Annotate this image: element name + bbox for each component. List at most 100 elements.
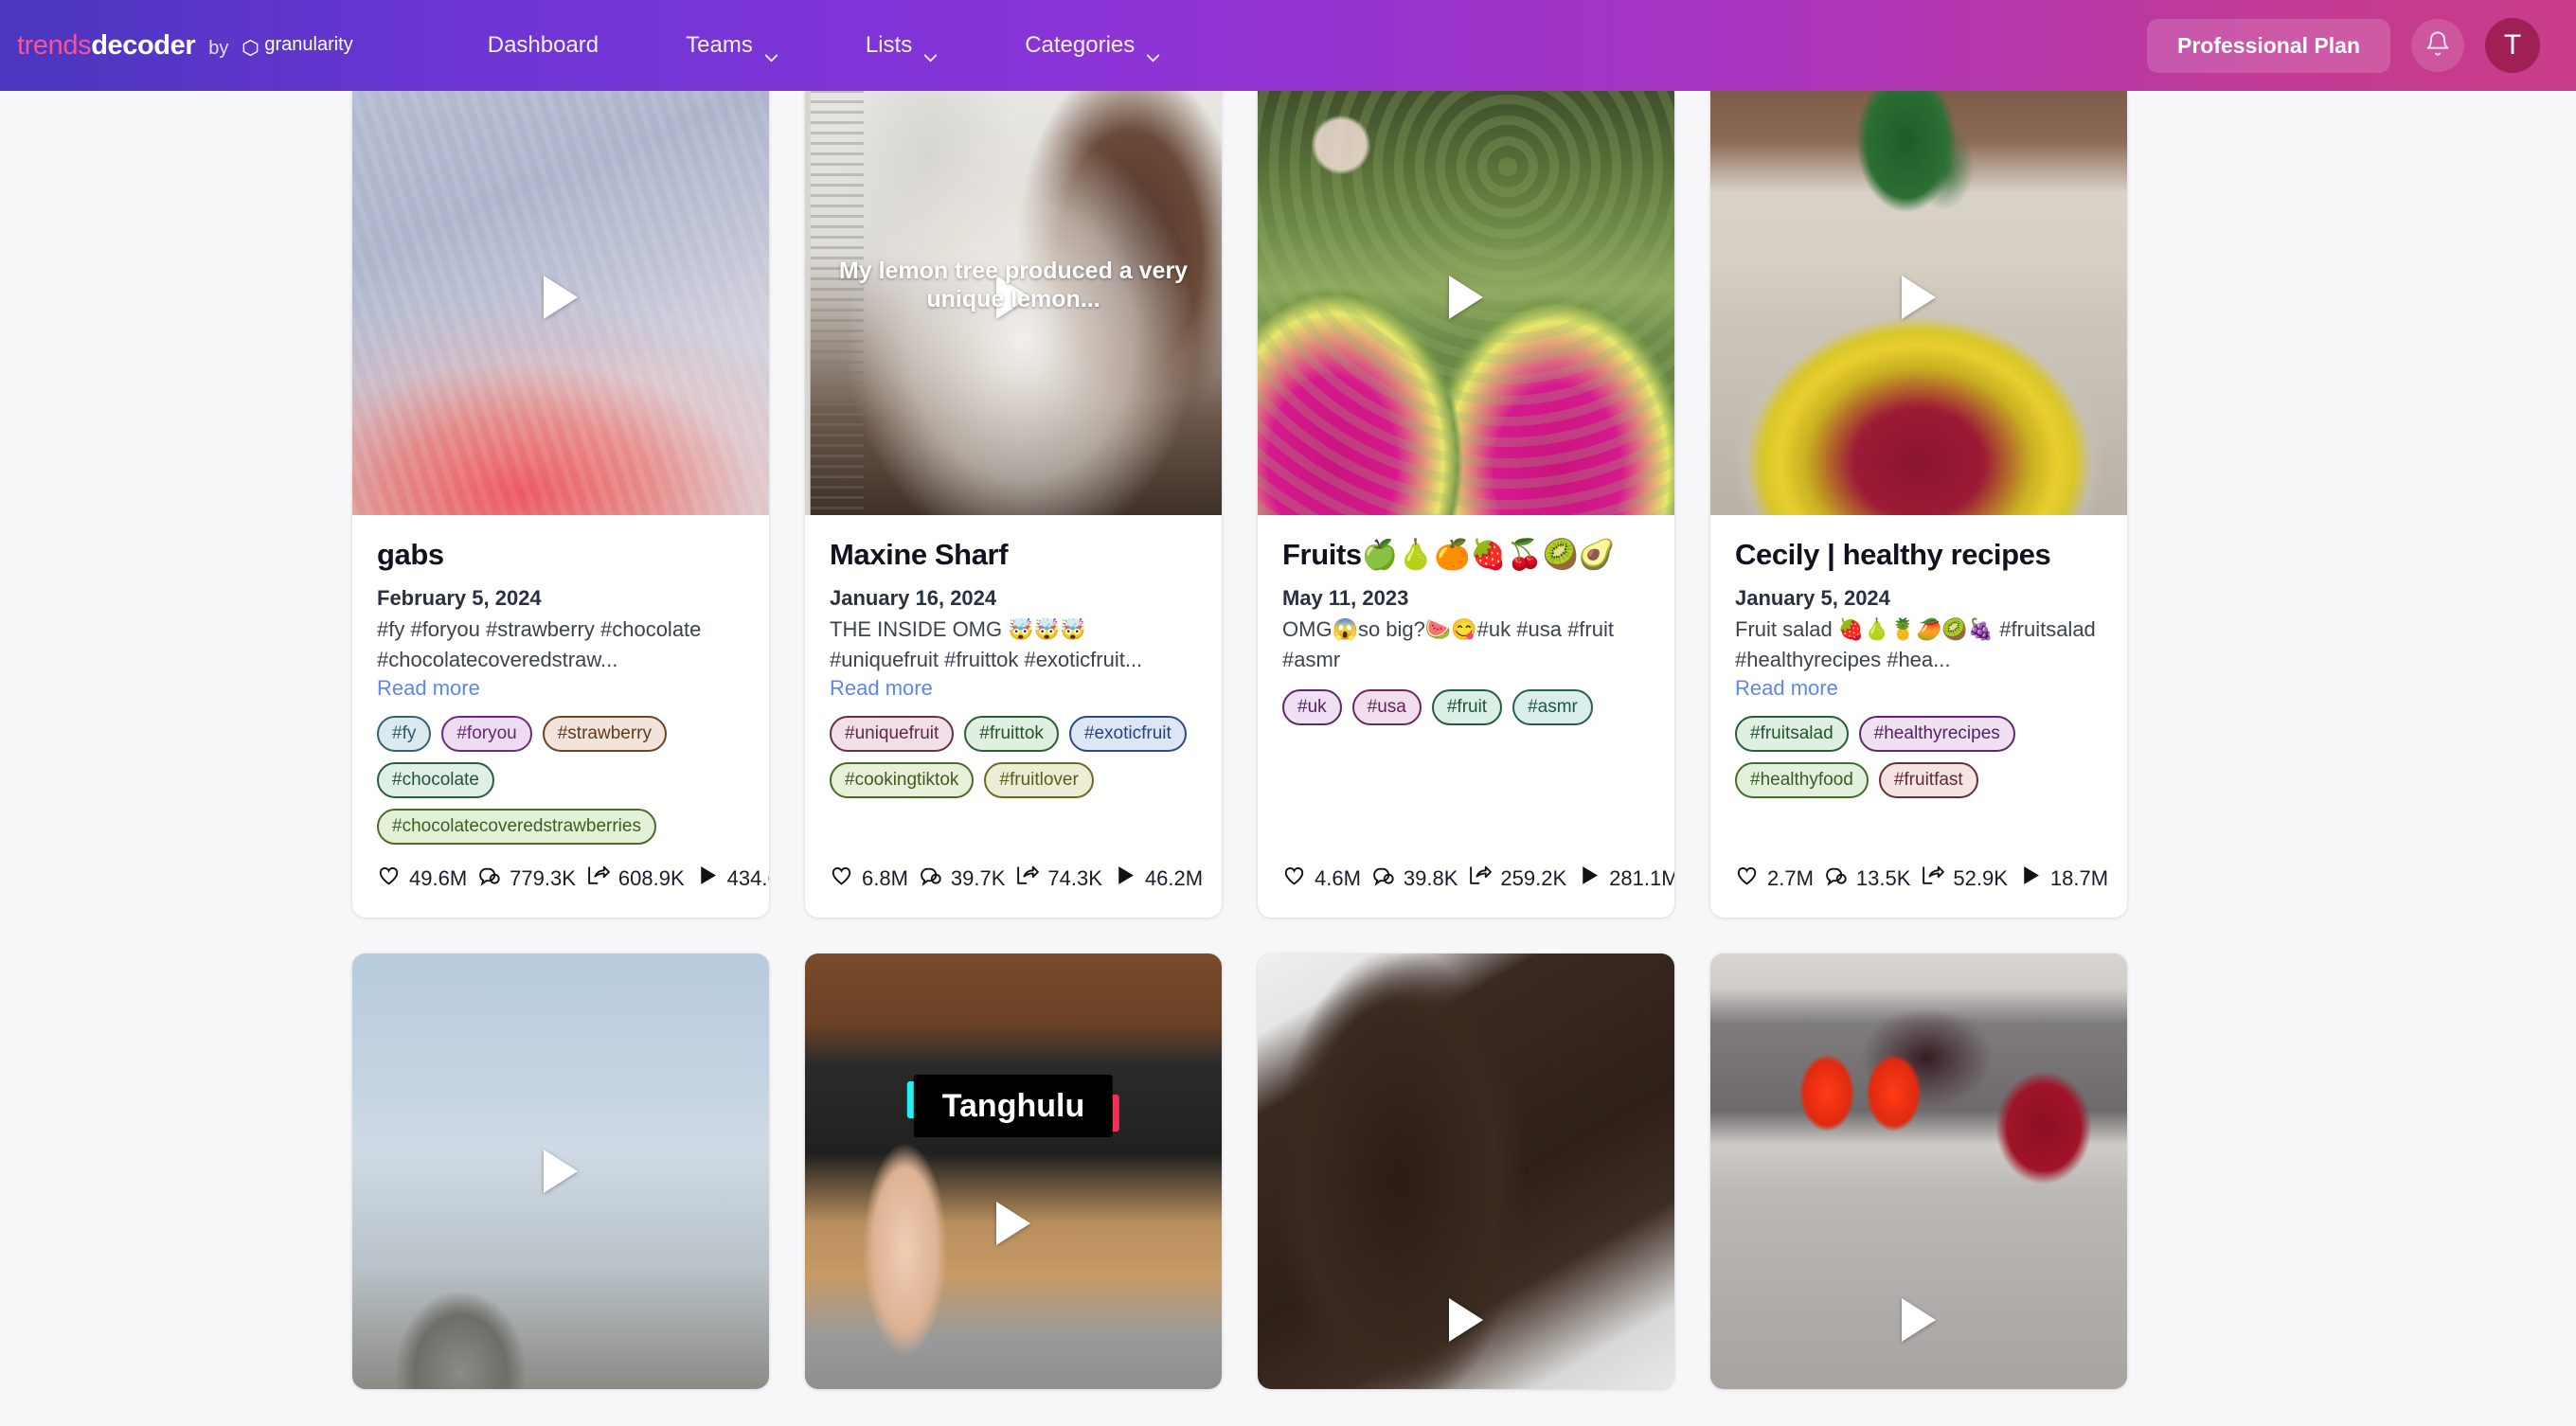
stat-plays: 281.1M (1577, 864, 1674, 893)
tag-chip[interactable]: #fruitfast (1878, 762, 1978, 799)
video-thumbnail[interactable] (1710, 954, 2127, 1390)
chevron-down-icon (923, 43, 938, 62)
main-nav: Dashboard Teams Lists Categories (444, 23, 1205, 68)
nav-label-teams: Teams (686, 32, 753, 58)
play-icon (1577, 864, 1601, 893)
card-description: OMG😱so big?🍉😋#uk #usa #fruit #asmr (1282, 617, 1614, 671)
share-icon (1921, 864, 1945, 893)
tag-chip[interactable]: #uniquefruit (830, 716, 955, 753)
stat-shares-value: 259.2K (1500, 865, 1567, 890)
nav-item-lists[interactable]: Lists (822, 23, 981, 68)
card-stats-row: 2.7M 13.5K 52.9K 18.7M (1710, 845, 2127, 918)
video-thumbnail[interactable]: My lemon tree produced a very unique lem… (805, 91, 1222, 515)
play-icon (695, 864, 719, 893)
video-card[interactable]: Fruits🍏🍐🍊🍓🍒🥝🥑 May 11, 2023 OMG😱so big?🍉😋… (1258, 91, 1674, 918)
thumbnail-jars (1710, 954, 2127, 1390)
video-card[interactable] (352, 954, 769, 1390)
video-thumbnail[interactable] (1710, 91, 2127, 515)
nav-item-categories[interactable]: Categories (981, 23, 1204, 68)
comment-icon (1371, 864, 1395, 893)
stat-plays-value: 434.6M (726, 865, 769, 890)
professional-plan-button[interactable]: Professional Plan (2146, 18, 2390, 73)
tag-chip[interactable]: #asmr (1512, 689, 1593, 726)
read-more-link[interactable]: Read more (377, 676, 480, 701)
tag-chip[interactable]: #uk (1282, 689, 1342, 726)
stat-comments-value: 39.7K (950, 865, 1006, 890)
nav-item-teams[interactable]: Teams (642, 23, 822, 68)
heart-icon (1735, 864, 1759, 893)
logo-decoder-text: decoder (91, 29, 196, 61)
card-date: February 5, 2024 (377, 586, 542, 611)
tag-chip[interactable]: #exoticfruit (1068, 716, 1187, 753)
app-logo[interactable]: trendsdecoder by granularity (17, 30, 353, 62)
chevron-down-icon (1146, 43, 1160, 62)
video-card[interactable]: My lemon tree produced a very unique lem… (805, 91, 1222, 918)
tag-chip[interactable]: #chocolate (377, 762, 494, 799)
nav-label-categories: Categories (1025, 32, 1136, 58)
tag-chip[interactable]: #healthyrecipes (1858, 716, 2015, 753)
tag-chip[interactable]: #fruitsalad (1735, 716, 1849, 753)
comment-icon (919, 864, 942, 893)
share-icon (586, 864, 610, 893)
video-card[interactable]: Cecily | healthy recipes January 5, 2024… (1710, 91, 2127, 918)
comment-icon (477, 864, 501, 893)
video-card[interactable]: Tanghulu (805, 954, 1222, 1390)
stat-shares-value: 74.3K (1047, 865, 1102, 890)
stat-likes: 6.8M (830, 864, 908, 893)
thumbnail-person-silhouette (352, 954, 769, 1390)
read-more-link[interactable]: Read more (830, 676, 933, 701)
tag-chip[interactable]: #usa (1351, 689, 1422, 726)
tag-chip[interactable]: #fruit (1431, 689, 1503, 726)
stat-shares: 608.9K (586, 864, 685, 893)
tag-chip[interactable]: #fruitlover (984, 762, 1094, 799)
stat-shares: 74.3K (1015, 864, 1102, 893)
stat-comments: 779.3K (477, 864, 576, 893)
stat-likes-value: 2.7M (1767, 865, 1814, 890)
notifications-button[interactable] (2411, 19, 2464, 72)
video-thumbnail[interactable]: Tanghulu (805, 954, 1222, 1390)
heart-icon (1282, 864, 1306, 893)
card-body: gabs February 5, 2024 #fy #foryou #straw… (352, 515, 769, 846)
card-title: Cecily | healthy recipes (1735, 538, 2051, 571)
thumbnail-foliage-texture (1258, 91, 1674, 515)
tag-chip[interactable]: #healthyfood (1735, 762, 1869, 799)
tag-chip[interactable]: #chocolatecoveredstrawberries (377, 809, 656, 846)
card-description: THE INSIDE OMG 🤯🤯🤯 #uniquefruit #fruitto… (830, 617, 1143, 671)
tag-chip[interactable]: #foryou (441, 716, 532, 753)
video-thumbnail[interactable] (352, 954, 769, 1390)
card-description: Fruit salad 🍓🍐🍍🥭🥝🍇 #fruitsalad #healthyr… (1735, 617, 2096, 671)
stat-likes: 49.6M (377, 864, 467, 893)
video-thumbnail[interactable] (1258, 954, 1674, 1390)
tag-chip[interactable]: #strawberry (542, 716, 667, 753)
logo-granularity-text: granularity (264, 33, 353, 55)
read-more-link[interactable]: Read more (1735, 676, 1838, 701)
stat-plays-value: 18.7M (2049, 865, 2109, 890)
logo-trends-text: trends (17, 29, 92, 61)
tag-chip[interactable]: #fruittok (964, 716, 1059, 753)
video-card[interactable]: gabs February 5, 2024 #fy #foryou #straw… (352, 91, 769, 918)
card-tag-list: #fruitsalad #healthyrecipes #healthyfood… (1735, 716, 2102, 799)
video-thumbnail[interactable] (352, 91, 769, 515)
card-date: May 11, 2023 (1282, 586, 1409, 611)
nav-item-dashboard[interactable]: Dashboard (444, 23, 642, 68)
card-tag-list: #uniquefruit #fruittok #exoticfruit #coo… (830, 716, 1197, 799)
video-thumbnail[interactable] (1258, 91, 1674, 515)
tag-chip[interactable]: #fy (377, 716, 432, 753)
thumbnail-hand (805, 954, 1222, 1390)
tag-chip[interactable]: #cookingtiktok (830, 762, 975, 799)
thumbnail-salad-bowl (1710, 91, 2127, 515)
user-avatar[interactable]: T (2485, 18, 2540, 73)
card-stats-row: 49.6M 779.3K 608.9K 434.6M (352, 845, 769, 918)
card-title: Maxine Sharf (830, 538, 1009, 571)
stat-comments: 39.7K (919, 864, 1006, 893)
video-card[interactable] (1710, 954, 2127, 1390)
stat-comments-value: 13.5K (1855, 865, 1911, 890)
logo-by-text: by (208, 37, 229, 59)
video-card[interactable] (1258, 954, 1674, 1390)
top-navigation-bar: trendsdecoder by granularity Dashboard T… (0, 0, 2576, 91)
stat-likes-value: 4.6M (1315, 865, 1361, 890)
play-icon (1113, 864, 1136, 893)
video-card-grid: gabs February 5, 2024 #fy #foryou #straw… (352, 91, 2224, 1390)
card-stats-row: 4.6M 39.8K 259.2K 281.1M (1258, 845, 1674, 918)
card-date: January 16, 2024 (830, 586, 997, 611)
